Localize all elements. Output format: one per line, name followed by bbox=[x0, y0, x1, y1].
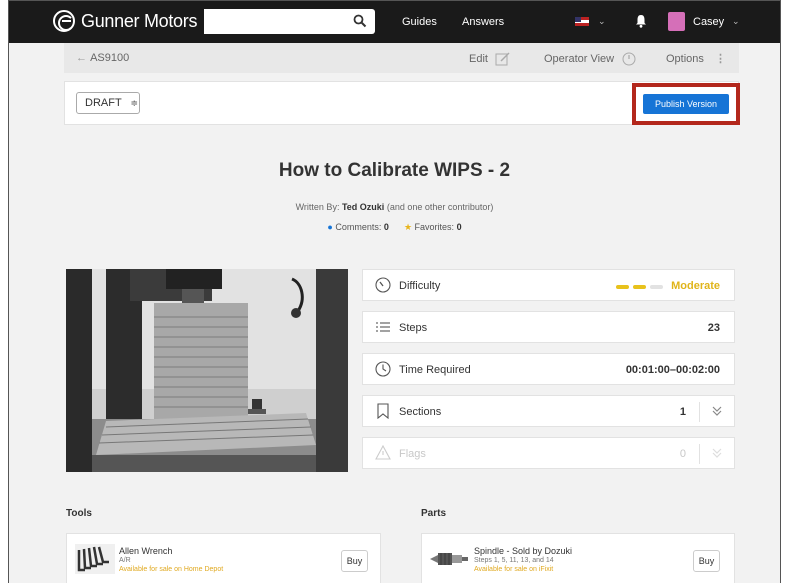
publish-version-button[interactable]: Publish Version bbox=[643, 94, 729, 114]
status-select-value: DRAFT bbox=[85, 97, 122, 109]
favorites-link[interactable]: Favorites: 0 bbox=[415, 222, 462, 232]
us-flag-icon[interactable] bbox=[575, 17, 589, 26]
difficulty-value: Moderate bbox=[671, 280, 720, 292]
gauge-icon bbox=[622, 52, 636, 66]
part-item[interactable]: Spindle - Sold by Dozuki Steps 1, 5, 11,… bbox=[421, 533, 735, 583]
options-button[interactable]: Options ⋮ bbox=[666, 52, 726, 65]
part-name[interactable]: Spindle - Sold by Dozuki bbox=[474, 546, 572, 556]
publish-highlight: Publish Version bbox=[632, 83, 740, 125]
flags-row: Flags 0 bbox=[362, 437, 735, 469]
cnc-machine-illustration bbox=[66, 269, 348, 472]
part-availability[interactable]: Available for sale on iFixit bbox=[474, 566, 553, 573]
pencil-icon bbox=[495, 52, 510, 66]
brand-logo-icon bbox=[53, 10, 75, 32]
tool-name[interactable]: Allen Wrench bbox=[119, 546, 172, 556]
search-icon[interactable] bbox=[353, 14, 367, 28]
buy-part-button[interactable]: Buy bbox=[693, 550, 720, 572]
search-box bbox=[204, 9, 375, 34]
star-icon: ★ bbox=[403, 222, 413, 232]
divider bbox=[699, 402, 700, 422]
steps-row: Steps 23 bbox=[362, 311, 735, 343]
comments-count: 0 bbox=[383, 222, 389, 232]
status-toolbar: DRAFT ≑ Publish Version bbox=[64, 81, 740, 125]
brand-name: Gunner Motors bbox=[81, 10, 198, 31]
comments-label: Comments: bbox=[335, 222, 382, 232]
sections-value: 1 bbox=[679, 406, 686, 418]
guide-main-image[interactable] bbox=[66, 269, 348, 472]
double-chevron-down-icon bbox=[712, 448, 722, 458]
time-required-value: 00:01:00–00:02:00 bbox=[625, 364, 720, 376]
sections-label: Sections bbox=[399, 406, 442, 418]
steps-value: 23 bbox=[707, 322, 720, 334]
status-select[interactable]: DRAFT ≑ bbox=[76, 92, 140, 114]
select-arrows-icon: ≑ bbox=[130, 98, 139, 108]
nav-answers-link[interactable]: Answers bbox=[462, 16, 504, 28]
user-avatar[interactable] bbox=[668, 12, 685, 31]
difficulty-row: Difficulty Moderate bbox=[362, 269, 735, 301]
flags-label: Flags bbox=[399, 448, 426, 460]
parts-heading: Parts bbox=[421, 508, 447, 519]
favorites-label: Favorites: bbox=[414, 222, 455, 232]
comment-icon: ● bbox=[327, 222, 333, 232]
guide-subheader: ← AS9100 Edit Operator View Options ⋮ bbox=[64, 43, 739, 73]
nav-guides-link[interactable]: Guides bbox=[402, 16, 437, 28]
comments-link[interactable]: Comments: 0 bbox=[335, 222, 389, 232]
difficulty-meter bbox=[616, 285, 664, 289]
back-link-label: AS9100 bbox=[90, 52, 130, 64]
allen-wrench-image bbox=[75, 544, 115, 574]
user-chevron-down-icon[interactable]: ⌄ bbox=[732, 16, 740, 27]
flags-value: 0 bbox=[679, 448, 686, 460]
brand-logo[interactable]: Gunner Motors bbox=[53, 10, 197, 32]
language-chevron-down-icon[interactable]: ⌄ bbox=[598, 16, 606, 27]
time-row: Time Required 00:01:00–00:02:00 bbox=[362, 353, 735, 385]
tool-availability[interactable]: Available for sale on Home Depot bbox=[119, 566, 223, 573]
user-name[interactable]: Casey bbox=[693, 16, 724, 28]
clock-icon bbox=[375, 361, 391, 377]
tool-quantity: A/R bbox=[119, 557, 131, 564]
difficulty-bar bbox=[616, 285, 629, 289]
app-frame: Gunner Motors Guides Answers ⌄ Casey ⌄ ←… bbox=[8, 0, 781, 583]
back-link[interactable]: ← AS9100 bbox=[76, 52, 129, 64]
sections-row[interactable]: Sections 1 bbox=[362, 395, 735, 427]
warning-icon bbox=[375, 445, 391, 460]
bookmark-icon bbox=[377, 403, 389, 419]
search-input[interactable] bbox=[204, 9, 344, 34]
top-navbar: Gunner Motors Guides Answers ⌄ Casey ⌄ bbox=[9, 1, 780, 43]
time-required-label: Time Required bbox=[399, 364, 471, 376]
buy-tool-button[interactable]: Buy bbox=[341, 550, 368, 572]
difficulty-bar bbox=[650, 285, 663, 289]
edit-button[interactable]: Edit bbox=[469, 52, 511, 66]
part-steps: Steps 1, 5, 11, 13, and 14 bbox=[474, 557, 554, 564]
steps-label: Steps bbox=[399, 322, 428, 334]
divider bbox=[699, 444, 700, 464]
arrow-left-icon: ← bbox=[76, 52, 91, 64]
more-vertical-icon: ⋮ bbox=[714, 53, 726, 65]
bell-icon[interactable] bbox=[635, 14, 647, 28]
tools-heading: Tools bbox=[66, 508, 92, 519]
tool-item[interactable]: Allen Wrench A/R Available for sale on H… bbox=[66, 533, 381, 583]
double-chevron-down-icon[interactable] bbox=[711, 405, 723, 417]
guide-title: How to Calibrate WIPS - 2 bbox=[278, 160, 511, 181]
favorites-count: 0 bbox=[456, 222, 462, 232]
contributors-text: (and one other contributor) bbox=[386, 202, 494, 212]
difficulty-bar bbox=[633, 285, 646, 289]
guide-stats: ● Comments: 0 ★ Favorites: 0 bbox=[9, 222, 780, 233]
guide-byline: Written By: Ted Ozuki (and one other con… bbox=[9, 202, 780, 212]
gauge-icon bbox=[375, 277, 391, 293]
spindle-image bbox=[428, 546, 470, 572]
author-link[interactable]: Ted Ozuki bbox=[342, 202, 384, 212]
operator-view-button[interactable]: Operator View bbox=[544, 52, 637, 66]
operator-view-label: Operator View bbox=[544, 52, 615, 65]
edit-label: Edit bbox=[469, 52, 488, 65]
list-icon bbox=[376, 322, 390, 332]
written-by-label: Written By: bbox=[295, 202, 340, 212]
options-label: Options bbox=[666, 53, 704, 65]
difficulty-label: Difficulty bbox=[399, 280, 441, 292]
